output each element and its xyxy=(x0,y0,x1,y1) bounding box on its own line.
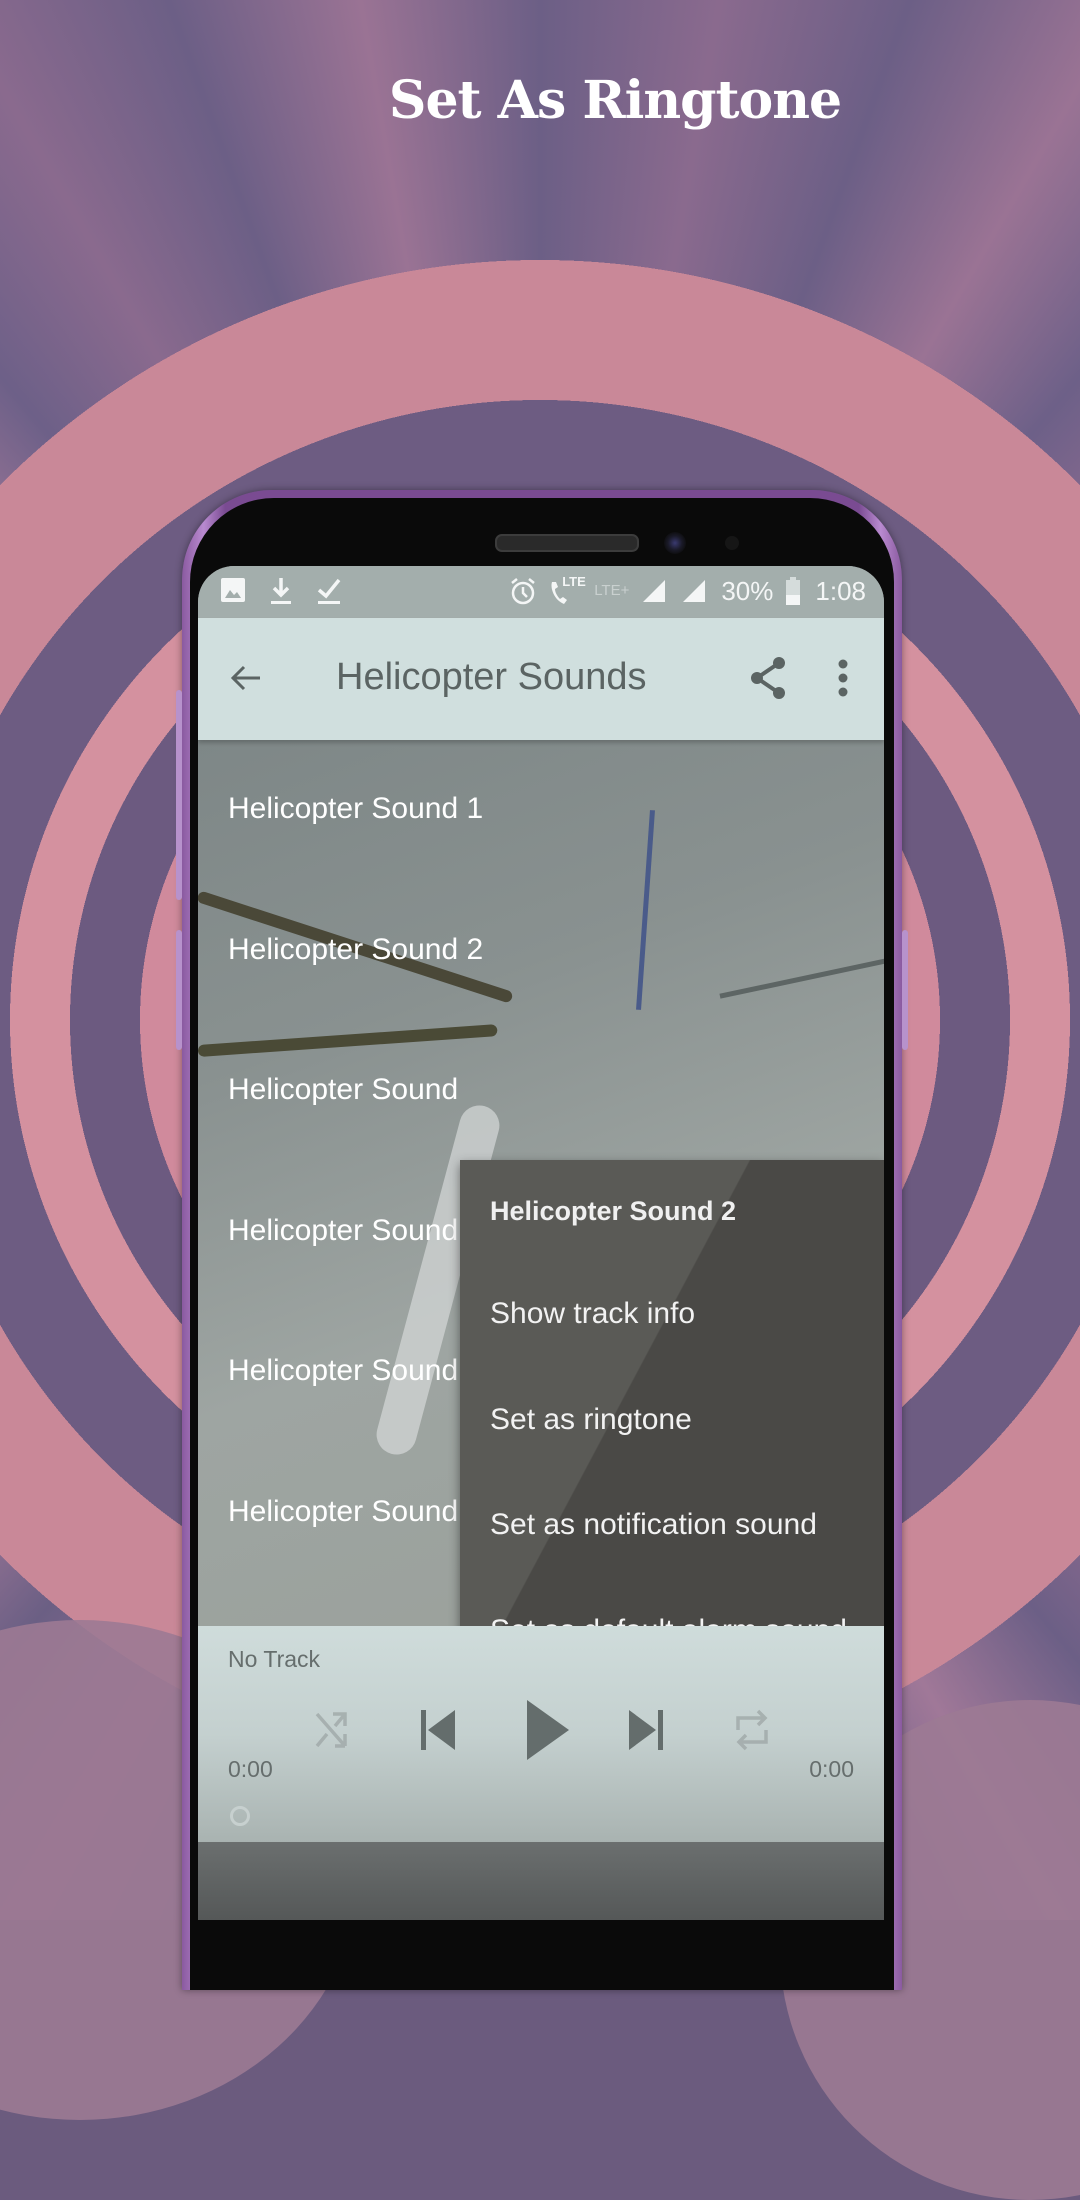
list-item[interactable]: Helicopter Sound xyxy=(228,1354,458,1388)
battery-icon xyxy=(785,576,803,606)
list-item[interactable]: Helicopter Sound 1 xyxy=(228,792,483,826)
status-bar: LTE LTE+ 30% 1:08 xyxy=(198,566,884,618)
battery-percent: 30% xyxy=(721,576,774,606)
seek-bar-thumb[interactable] xyxy=(230,1806,250,1826)
skip-previous-icon xyxy=(421,1710,455,1750)
helicopter-image-part xyxy=(719,956,884,999)
signal-icon xyxy=(641,576,669,606)
page-title: Helicopter Sounds xyxy=(336,656,647,698)
app-bar: Helicopter Sounds xyxy=(198,618,884,740)
list-item[interactable]: Helicopter Sound xyxy=(228,1073,458,1107)
context-menu: Helicopter Sound 2 Show track info Set a… xyxy=(460,1160,884,1626)
play-icon xyxy=(527,1700,569,1760)
alarm-icon xyxy=(508,576,536,606)
context-menu-title: Helicopter Sound 2 xyxy=(490,1196,737,1226)
image-icon xyxy=(220,576,248,606)
power-button xyxy=(902,930,908,1050)
front-camera xyxy=(664,532,686,554)
list-item[interactable]: Helicopter Sound 2 xyxy=(228,933,483,967)
menu-item-set-ringtone[interactable]: Set as ringtone xyxy=(490,1403,692,1437)
track-title: No Track xyxy=(228,1646,321,1672)
arrow-left-icon xyxy=(230,665,260,691)
menu-item-show-track-info[interactable]: Show track info xyxy=(490,1297,695,1331)
menu-item-set-alarm[interactable]: Set as default alarm sound xyxy=(490,1614,847,1626)
phone-screen: LTE LTE+ 30% 1:08 Helicopter Sounds Heli… xyxy=(198,566,884,1920)
download-icon xyxy=(268,576,296,606)
volume-button xyxy=(176,690,182,900)
back-button[interactable] xyxy=(216,648,276,708)
helicopter-image-part xyxy=(636,810,655,1010)
promo-headline: Set As Ringtone xyxy=(388,70,842,131)
clock: 1:08 xyxy=(815,576,866,606)
list-item[interactable]: Helicopter Sound xyxy=(228,1214,458,1248)
earpiece-speaker xyxy=(495,534,639,552)
shuffle-icon xyxy=(315,1712,347,1748)
lte-plus-icon: LTE+ xyxy=(594,582,630,599)
check-icon xyxy=(316,576,344,606)
elapsed-time: 0:00 xyxy=(228,1756,273,1782)
shuffle-button[interactable] xyxy=(302,1700,362,1760)
helicopter-image-part xyxy=(198,1024,498,1057)
signal-icon xyxy=(681,576,709,606)
list-item[interactable]: Helicopter Sound xyxy=(228,1495,458,1529)
player-panel: No Track 0:00 0:00 xyxy=(198,1626,884,1842)
previous-button[interactable] xyxy=(408,1700,468,1760)
play-button[interactable] xyxy=(508,1690,588,1770)
repeat-button[interactable] xyxy=(722,1700,782,1760)
next-button[interactable] xyxy=(616,1700,676,1760)
repeat-icon xyxy=(736,1709,768,1751)
more-options-button[interactable] xyxy=(818,648,868,708)
skip-next-icon xyxy=(629,1710,663,1750)
bixby-button xyxy=(176,930,182,1050)
navigation-bar xyxy=(198,1842,884,1920)
menu-item-set-notification[interactable]: Set as notification sound xyxy=(490,1508,817,1542)
proximity-sensor xyxy=(725,536,739,550)
share-icon xyxy=(751,657,785,699)
more-vert-icon xyxy=(838,659,848,697)
share-button[interactable] xyxy=(738,648,798,708)
sound-list: Helicopter Sound 1 Helicopter Sound 2 He… xyxy=(198,740,884,1626)
lte-call-icon: LTE xyxy=(548,574,586,606)
total-duration: 0:00 xyxy=(809,1756,854,1782)
